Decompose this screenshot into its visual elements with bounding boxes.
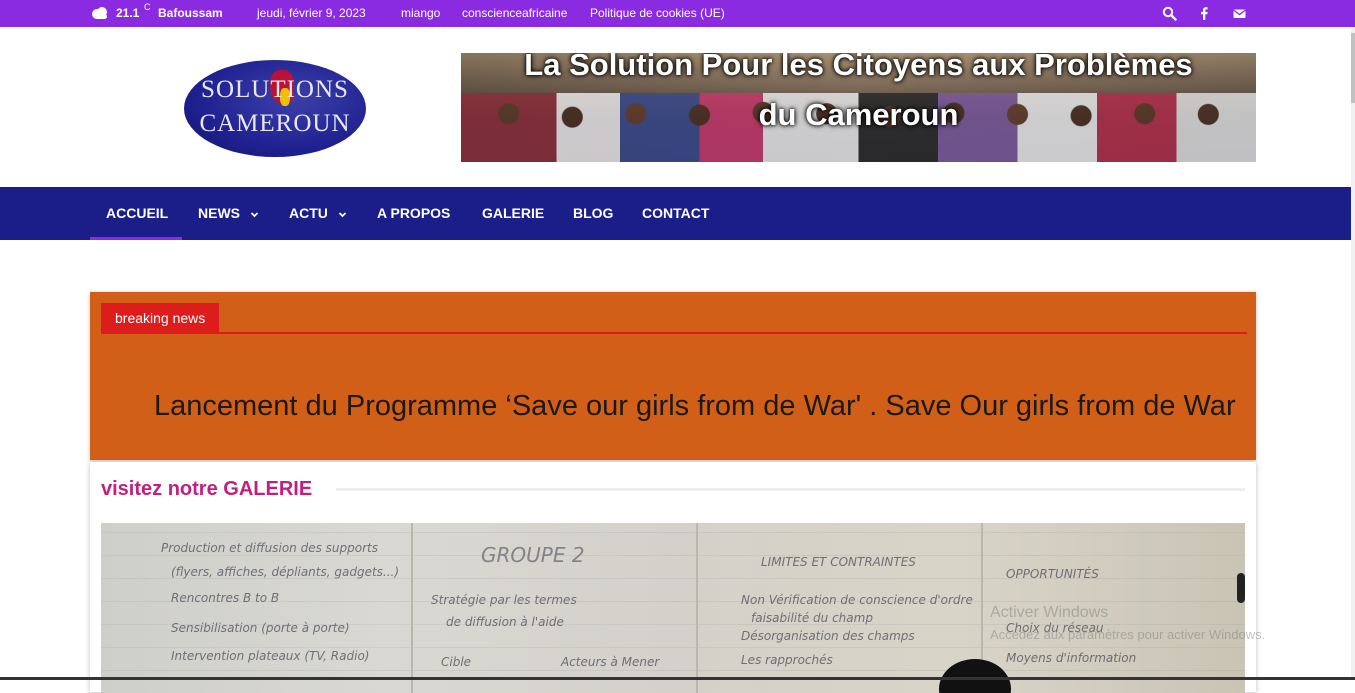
top-link-conscienceafricaine[interactable]: conscienceafricaine: [462, 6, 567, 20]
handwritten-note: Désorganisation des champs: [741, 629, 915, 643]
top-bar: 21.1 C Bafoussam jeudi, février 9, 2023 …: [0, 0, 1355, 27]
nav-item-contact[interactable]: CONTACT: [642, 187, 709, 240]
handwritten-note: Moyens d'information: [1006, 651, 1137, 665]
top-link-cookie-policy[interactable]: Politique de cookies (UE): [590, 6, 725, 20]
photo-dark-edge: [1237, 573, 1245, 603]
nav-item-news[interactable]: NEWS: [198, 187, 259, 240]
nav-item-label: GALERIE: [482, 205, 545, 221]
handwritten-heading: OPPORTUNITÉS: [1006, 567, 1099, 581]
page-scrollbar[interactable]: [1351, 27, 1355, 680]
header-banner[interactable]: La Solution Pour les Citoyens aux Problè…: [461, 53, 1256, 162]
nav-item-label: ACTU: [289, 205, 328, 221]
handwritten-note: Les rapprochés: [741, 653, 833, 667]
handwritten-note: Cible: [441, 655, 472, 669]
facebook-icon[interactable]: [1197, 6, 1212, 21]
chevron-down-icon: [250, 212, 259, 218]
cloud-weather-icon: [92, 7, 107, 19]
windows-activation-watermark-text: Accédez aux paramètres pour activer Wind…: [990, 627, 1266, 642]
nav-item-label: ACCUEIL: [106, 205, 169, 221]
logo-text-line1: SOLUTIONS: [201, 76, 349, 103]
windows-activation-watermark-title: Activer Windows: [990, 604, 1109, 621]
scrollbar-thumb[interactable]: [1351, 33, 1355, 103]
gallery-title-divider: [336, 488, 1245, 491]
top-link-miango[interactable]: miango: [401, 6, 440, 20]
temperature-unit: C: [144, 2, 151, 12]
breaking-news-rule: [101, 332, 1247, 334]
breaking-news-box: breaking news Lancement du Programme ‘Sa…: [90, 292, 1256, 460]
paper-sheet-edge: [411, 523, 413, 693]
nav-item-label: BLOG: [573, 205, 614, 221]
handwritten-note: faisabilité du champ: [751, 611, 873, 625]
handwritten-note: Acteurs à Mener: [561, 655, 660, 669]
handwritten-note: Sensibilisation (porte à porte): [171, 621, 350, 635]
temperature-value: 21.1: [116, 6, 140, 20]
site-logo[interactable]: SOLUTIONS CAMEROUN: [184, 60, 366, 157]
news-ticker[interactable]: Lancement du Programme ‘Save our girls f…: [154, 386, 1248, 426]
search-icon[interactable]: [1162, 6, 1177, 21]
gallery-title: visitez notre GALERIE: [101, 478, 313, 500]
handwritten-heading: LIMITES ET CONTRAINTES: [761, 555, 916, 569]
handwritten-note: Non Vérification de conscience d'ordre: [741, 593, 973, 607]
nav-item-a-propos[interactable]: A PROPOS: [377, 187, 450, 240]
banner-caption-line2: du Cameroun: [758, 97, 959, 132]
handwritten-note: (flyers, affiches, dépliants, gadgets...…: [171, 565, 400, 579]
nav-item-blog[interactable]: BLOG: [573, 187, 613, 240]
nav-item-label: CONTACT: [642, 205, 710, 221]
banner-caption-line1: La Solution Pour les Citoyens aux Problè…: [524, 53, 1193, 82]
city-name: Bafoussam: [158, 6, 223, 20]
logo-text-line2: CAMEROUN: [199, 110, 351, 137]
handwritten-note: Production et diffusion des supports: [161, 541, 378, 555]
handwritten-heading: GROUPE 2: [481, 543, 585, 567]
current-date: jeudi, février 9, 2023: [257, 6, 366, 20]
nav-item-label: NEWS: [198, 205, 240, 221]
breaking-news-tag: breaking news: [101, 303, 220, 334]
gallery-section: visitez notre GALERIE Production et diff…: [90, 462, 1256, 693]
main-navigation: ACCUEIL NEWS ACTU A PROPOS GALERIE BLOG …: [0, 187, 1351, 240]
handwritten-note: Intervention plateaux (TV, Radio): [171, 649, 370, 663]
paper-sheet-edge: [696, 523, 698, 693]
nav-item-label: A PROPOS: [377, 205, 451, 221]
mail-icon[interactable]: [1232, 6, 1247, 21]
news-ticker-text[interactable]: Lancement du Programme ‘Save our girls f…: [154, 386, 1248, 426]
nav-item-accueil[interactable]: ACCUEIL: [90, 187, 182, 240]
handwritten-note: Stratégie par les termes: [431, 593, 577, 607]
handwritten-note: de diffusion à l'aide: [446, 615, 564, 629]
chevron-down-icon: [338, 212, 346, 218]
handwritten-note: Rencontres B to B: [171, 591, 280, 605]
nav-item-galerie[interactable]: GALERIE: [482, 187, 544, 240]
nav-item-actu[interactable]: ACTU: [289, 187, 347, 240]
